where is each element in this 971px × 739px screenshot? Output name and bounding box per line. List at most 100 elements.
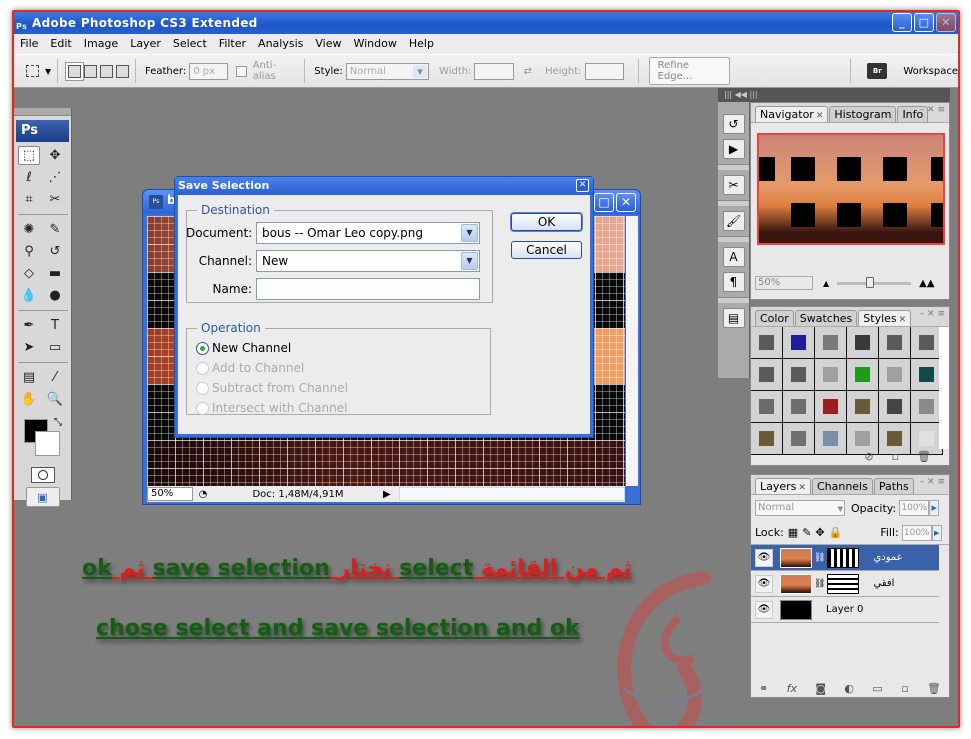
refine-edge-button[interactable]: Refine Edge... [648,57,731,85]
lasso-tool[interactable]: ℓ [18,168,40,187]
menu-file[interactable]: File [14,34,44,54]
notes-tool[interactable]: ▤ [18,368,40,387]
history-icon[interactable]: ↺ [722,114,745,134]
horizontal-scrollbar[interactable] [399,487,625,501]
navigator-thumbnail[interactable] [757,133,945,245]
close-tab-icon[interactable]: ✕ [816,111,824,121]
new-layer-icon[interactable]: ▫ [901,682,908,695]
menu-help[interactable]: Help [403,34,440,54]
eyedropper-tool[interactable]: ⁄ [44,368,66,387]
new-group-icon[interactable]: ▭ [872,682,882,695]
visibility-eye-icon[interactable]: 👁 [755,548,773,567]
visibility-eye-icon[interactable]: 👁 [755,574,773,593]
channel-select[interactable]: New ▼ [256,250,480,272]
slider-knob[interactable] [866,276,875,288]
slice-tool[interactable]: ✂ [44,190,66,209]
style-swatch[interactable] [847,359,879,391]
workspace-menu[interactable]: Workspace [903,66,958,77]
name-input[interactable] [256,278,480,300]
style-swatch[interactable] [751,359,783,391]
layer-mask-thumbnail[interactable] [827,547,860,568]
menu-analysis[interactable]: Analysis [252,34,309,54]
zoom-in-icon[interactable]: ▲▲ [919,278,934,289]
lock-position-icon[interactable]: ✥ [815,526,824,539]
menu-select[interactable]: Select [167,34,213,54]
layer-row[interactable]: 👁 ⛓ افقي [751,571,939,597]
link-layers-icon[interactable]: ⚭ [759,682,768,695]
lock-all-icon[interactable]: 🔒 [829,526,843,539]
clone-stamp-tool[interactable]: ⚲ [18,242,40,261]
maximize-button[interactable]: □ [914,13,934,32]
style-swatch[interactable] [879,359,911,391]
background-color[interactable] [35,431,60,456]
tab-layers[interactable]: Layers ✕ [755,478,811,494]
crop-tool[interactable]: ⌗ [18,190,40,209]
doc-maximize-button[interactable]: □ [594,193,614,212]
style-swatch[interactable] [783,391,815,423]
menu-layer[interactable]: Layer [124,34,167,54]
pen-tool[interactable]: ✒ [18,316,40,335]
close-tab-icon[interactable]: ✕ [798,483,806,493]
opacity-arrow-icon[interactable]: ▶ [929,500,940,516]
add-to-selection-button[interactable] [84,64,98,78]
lock-transparency-icon[interactable]: ▦ [788,526,798,539]
mask-link-icon[interactable]: ⛓ [814,579,825,589]
status-menu-icon[interactable]: ◔ [193,489,213,500]
character-icon[interactable]: A [722,247,745,267]
healing-brush-tool[interactable]: ✺ [18,220,40,239]
fill-field[interactable]: 100% [901,524,932,541]
style-swatch[interactable] [847,327,879,359]
style-swatch[interactable] [783,359,815,391]
style-swatch[interactable] [847,391,879,423]
style-swatch[interactable] [783,327,815,359]
navigator-zoom-field[interactable]: 50% [755,276,813,290]
add-mask-icon[interactable]: ◙ [815,682,826,695]
bridge-icon[interactable]: Br [867,63,888,79]
dodge-tool[interactable]: ● [44,286,66,305]
paragraph-icon[interactable]: ¶ [722,272,745,292]
rectangular-marquee-icon[interactable] [26,65,40,77]
style-swatch[interactable] [751,327,783,359]
feather-input[interactable]: 0 px [189,62,229,80]
swap-icon[interactable]: ⇄ [524,66,532,77]
delete-style-icon[interactable]: 🗑 [917,450,931,463]
cancel-button[interactable]: Cancel [511,241,582,259]
layer-style-icon[interactable]: fx [787,682,797,695]
document-select[interactable]: bous -- Omar Leo copy.png ▼ [256,222,480,244]
swap-colors-icon[interactable]: ⤡ [54,417,62,428]
rectangular-marquee-tool[interactable]: ⬚ [18,146,40,165]
style-select[interactable]: Normal ▼ [345,62,430,80]
intersect-selection-button[interactable] [116,64,130,78]
fill-arrow-icon[interactable]: ▶ [931,524,942,541]
tab-channels[interactable]: Channels [811,478,873,494]
delete-layer-icon[interactable]: 🗑 [927,682,941,695]
navigator-zoom-slider[interactable] [837,276,912,288]
doc-close-button[interactable]: ✕ [616,193,636,212]
style-swatch[interactable] [879,327,911,359]
style-swatch[interactable] [815,391,847,423]
menu-image[interactable]: Image [78,34,124,54]
menu-filter[interactable]: Filter [213,34,252,54]
brush-tool[interactable]: ✎ [44,220,66,239]
history-brush-tool[interactable]: ↺ [44,242,66,261]
tab-styles[interactable]: Styles ✕ [858,310,912,326]
height-input[interactable] [584,62,624,80]
status-arrow-icon[interactable]: ▶ [383,489,399,500]
styles-scrollbar[interactable] [939,327,949,449]
quick-mask-button[interactable] [30,467,55,483]
toolbox-grip[interactable] [14,108,71,116]
visibility-eye-icon[interactable]: 👁 [755,600,773,619]
eraser-tool[interactable]: ◇ [18,264,40,283]
clear-style-icon[interactable]: ⊘ [864,450,873,463]
mask-link-icon[interactable]: ⛓ [814,553,825,563]
screen-mode-button[interactable]: ▣ [25,487,60,507]
menu-window[interactable]: Window [347,34,402,54]
actions-icon[interactable]: ▶ [722,139,745,159]
style-swatch[interactable] [879,391,911,423]
tool-presets-icon[interactable]: ✂ [722,175,745,195]
tool-preset-dropdown[interactable]: ▼ [45,67,51,76]
new-selection-button[interactable] [68,64,82,78]
quick-selection-tool[interactable]: ⋰ [44,168,66,187]
hand-tool[interactable]: ✋ [18,390,40,409]
doc-zoom-field[interactable]: 50% [147,487,193,501]
